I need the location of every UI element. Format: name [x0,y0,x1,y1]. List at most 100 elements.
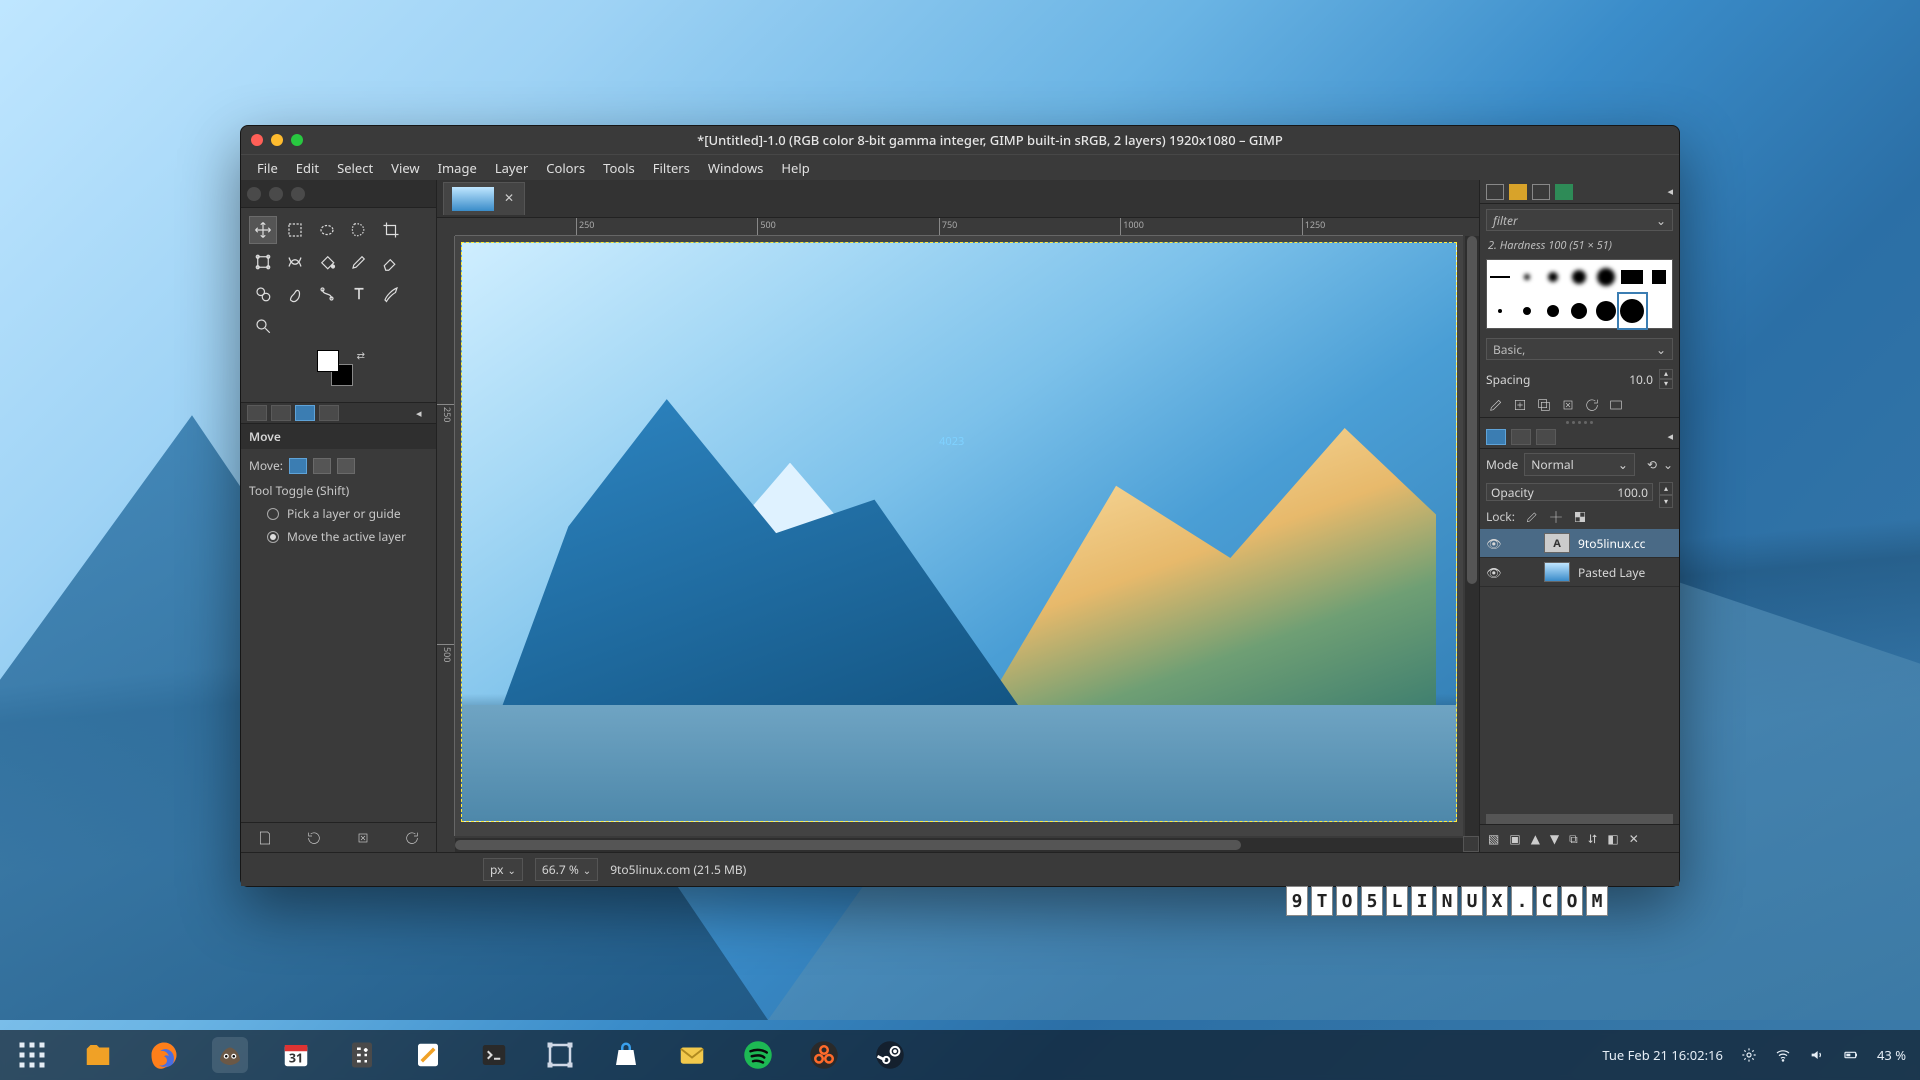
layer-dock-tabs[interactable]: ◂ [1480,426,1679,449]
mode-reset-icon[interactable]: ⟲ [1647,456,1657,473]
software-center-icon[interactable] [608,1037,644,1073]
gimp-icon[interactable] [212,1037,248,1073]
new-layer-icon[interactable]: ▧ [1488,830,1499,847]
menu-image[interactable]: Image [432,156,483,180]
battery-tray-icon[interactable] [1843,1047,1859,1063]
tool-ellipse-select[interactable] [313,216,341,244]
menu-tools[interactable]: Tools [597,156,641,180]
brush-spacing[interactable]: Spacing 10.0 ▴▾ [1486,369,1673,389]
tab-history[interactable] [1555,184,1573,200]
app-launcher-icon[interactable] [14,1037,50,1073]
tab-paths[interactable] [1536,429,1556,445]
layers-list[interactable]: 👁 9to5linux.cc 👁 Pasted Laye [1480,529,1679,814]
tab-menu-icon[interactable]: ◂ [416,406,430,420]
image-tabs[interactable]: ✕ [437,180,1479,218]
menu-help[interactable]: Help [775,156,815,180]
floating-text-layer[interactable]: 4023 [939,434,964,449]
tab-menu-icon[interactable]: ◂ [1667,429,1673,445]
brush-filter-combo[interactable]: filter⌄ [1486,209,1673,231]
tab-brushes[interactable] [1486,184,1504,200]
brush-selected[interactable] [1619,294,1645,328]
tool-crop[interactable] [377,216,405,244]
layer-row[interactable]: 👁 9to5linux.cc [1480,529,1679,558]
move-mode-selection[interactable] [313,458,331,474]
tool-pencil[interactable] [345,248,373,276]
firefox-icon[interactable] [146,1037,182,1073]
layer-mode-select[interactable]: Normal⌄ [1524,453,1635,476]
menubar[interactable]: File Edit Select View Image Layer Colors… [241,154,1679,180]
calendar-icon[interactable]: 31 [278,1037,314,1073]
wifi-tray-icon[interactable] [1775,1047,1791,1063]
spotify-icon[interactable] [740,1037,776,1073]
ruler-origin[interactable] [437,218,455,236]
layer-row[interactable]: 👁 Pasted Laye [1480,558,1679,587]
window-maximize-button[interactable] [291,134,303,146]
tool-smudge[interactable] [281,280,309,308]
settings-tray-icon[interactable] [1741,1047,1757,1063]
menu-select[interactable]: Select [331,156,379,180]
delete-brush-icon[interactable] [1560,397,1576,413]
save-preset-icon[interactable] [257,830,273,846]
delete-layer-icon[interactable]: ✕ [1629,830,1639,847]
mode-menu-icon[interactable]: ⌄ [1663,456,1673,473]
radio-pick-layer[interactable]: Pick a layer or guide [267,505,428,522]
visibility-toggle[interactable]: 👁 [1486,564,1502,581]
layer-name[interactable]: Pasted Laye [1578,564,1645,581]
file-manager-icon[interactable] [80,1037,116,1073]
system-tray[interactable]: Tue Feb 21 16:02:16 43 % [1602,1046,1906,1064]
layer-name[interactable]: 9to5linux.cc [1578,535,1645,552]
tool-zoom[interactable] [249,312,277,340]
mail-icon[interactable] [674,1037,710,1073]
new-brush-icon[interactable] [1512,397,1528,413]
unit-select[interactable]: px⌄ [483,858,523,881]
tool-eraser[interactable] [377,248,405,276]
tool-rect-select[interactable] [281,216,309,244]
steam-icon[interactable] [872,1037,908,1073]
move-mode-path[interactable] [337,458,355,474]
visibility-toggle[interactable]: 👁 [1486,535,1502,552]
titlebar[interactable]: *[Untitled]-1.0 (RGB color 8-bit gamma i… [241,126,1679,154]
lower-layer-icon[interactable]: ▼ [1550,830,1559,847]
scrollbar-vertical[interactable] [1465,236,1479,836]
duplicate-layer-icon[interactable]: ⧉ [1569,830,1578,847]
tool-paths[interactable] [313,280,341,308]
raise-layer-icon[interactable]: ▲ [1531,830,1540,847]
edit-brush-icon[interactable] [1488,397,1504,413]
tab-layers[interactable] [1486,429,1506,445]
brush-preset-combo[interactable]: Basic,⌄ [1486,338,1673,360]
radio-move-active[interactable]: Move the active layer [267,528,428,545]
tab-patterns[interactable] [1509,184,1527,200]
menu-windows[interactable]: Windows [702,156,770,180]
refresh-brush-icon[interactable] [1584,397,1600,413]
layers-scrollbar[interactable] [1486,814,1673,824]
menu-file[interactable]: File [251,156,284,180]
tab-fonts[interactable] [1532,184,1550,200]
restore-icon[interactable] [306,830,322,846]
volume-tray-icon[interactable] [1809,1047,1825,1063]
reset-icon[interactable] [404,830,420,846]
merge-down-icon[interactable]: ⮃ [1588,830,1598,847]
lock-alpha-icon[interactable] [1573,510,1587,524]
lock-pixels-icon[interactable] [1525,510,1539,524]
spacing-spinner[interactable]: ▴▾ [1659,369,1673,389]
duplicate-brush-icon[interactable] [1536,397,1552,413]
menu-colors[interactable]: Colors [540,156,591,180]
scrollbar-horizontal[interactable] [455,838,1463,852]
tool-clone[interactable] [249,280,277,308]
tool-bucket-fill[interactable] [313,248,341,276]
virt-manager-icon[interactable] [542,1037,578,1073]
tool-paintbrush[interactable] [377,280,405,308]
fg-color-swatch[interactable] [317,350,339,372]
opacity-slider[interactable]: Opacity 100.0 [1486,483,1653,501]
window-close-button[interactable] [251,134,263,146]
menu-layer[interactable]: Layer [489,156,534,180]
tool-unified-transform[interactable] [249,248,277,276]
obs-icon[interactable] [806,1037,842,1073]
tool-warp[interactable] [281,248,309,276]
dockable-tabs-top[interactable]: ◂ [1480,180,1679,204]
menu-edit[interactable]: Edit [290,156,325,180]
layer-group-icon[interactable]: ▣ [1509,830,1520,847]
mask-icon[interactable]: ◧ [1607,830,1618,847]
zoom-select[interactable]: 66.7 %⌄ [535,858,598,881]
tool-free-select[interactable] [345,216,373,244]
